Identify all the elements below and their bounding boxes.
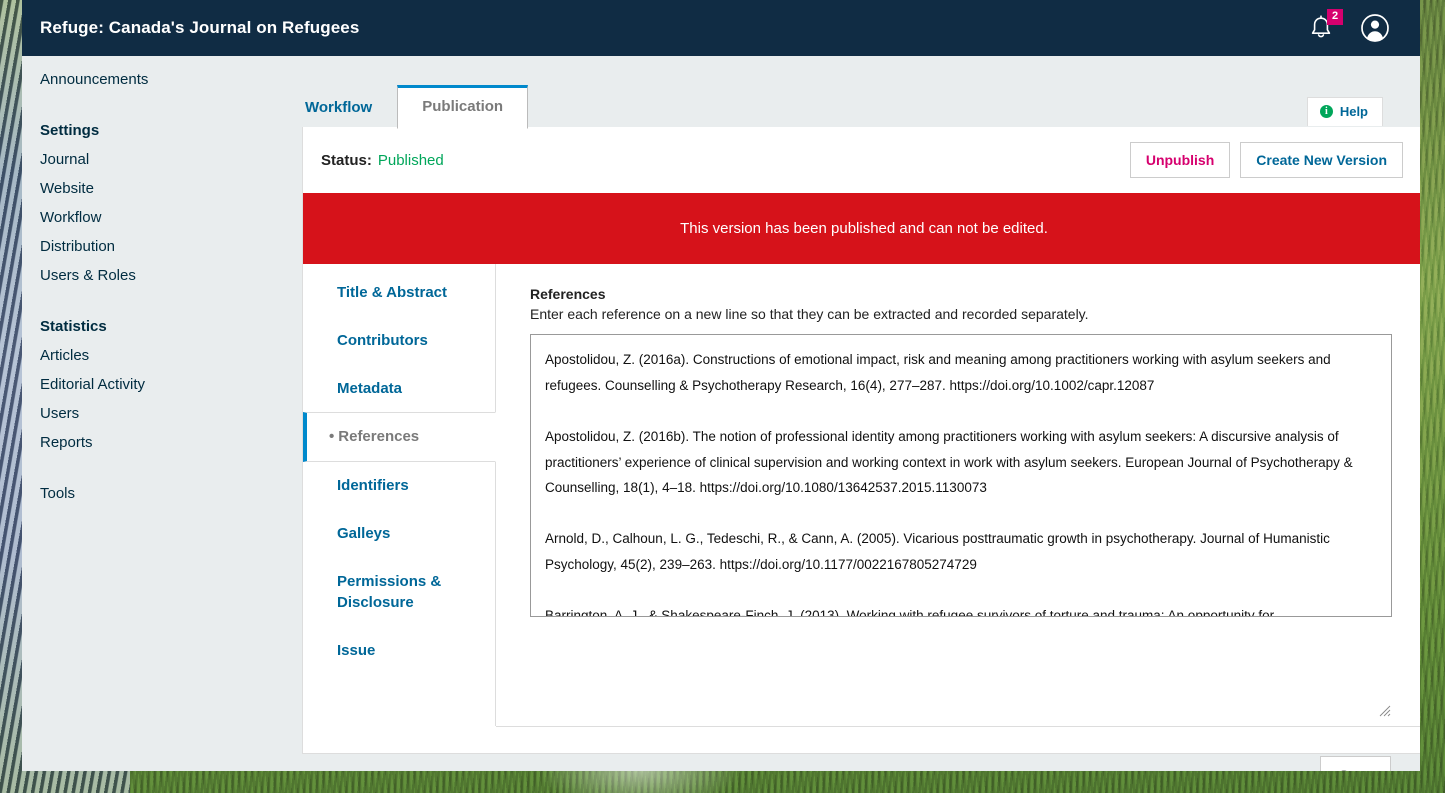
top-header-bar: Refuge: Canada's Journal on Refugees 2 xyxy=(22,0,1420,56)
sidebar-item-tools[interactable]: Tools xyxy=(22,479,280,508)
published-warning-banner: This version has been published and can … xyxy=(303,193,1420,264)
sidebar-item-reports[interactable]: Reports xyxy=(22,428,280,457)
pubmenu-item-title-abstract[interactable]: Title & Abstract xyxy=(303,269,495,317)
publication-footer: Save xyxy=(496,726,1420,771)
publication-body: Title & Abstract Contributors Metadata •… xyxy=(303,264,1420,726)
user-avatar-icon xyxy=(1361,14,1389,42)
references-textarea[interactable] xyxy=(530,334,1392,617)
pubmenu-item-issue[interactable]: Issue xyxy=(303,627,495,675)
sidebar-item-website[interactable]: Website xyxy=(22,174,280,203)
journal-title: Refuge: Canada's Journal on Refugees xyxy=(40,18,360,37)
notifications-button[interactable]: 2 xyxy=(1308,9,1343,42)
tab-publication[interactable]: Publication xyxy=(397,85,529,129)
publication-panel: Status: Published Unpublish Create New V… xyxy=(302,127,1420,771)
references-form: References Enter each reference on a new… xyxy=(496,264,1420,726)
tab-workflow[interactable]: Workflow xyxy=(280,86,397,129)
pubmenu-item-identifiers[interactable]: Identifiers xyxy=(303,462,495,510)
help-button[interactable]: i Help xyxy=(1306,97,1383,126)
sidebar-item-announcements[interactable]: Announcements xyxy=(22,65,280,94)
status-bar: Status: Published Unpublish Create New V… xyxy=(303,127,1420,193)
sidebar-item-users-roles[interactable]: Users & Roles xyxy=(22,261,280,290)
pubmenu-item-contributors[interactable]: Contributors xyxy=(303,317,495,365)
sidebar-item-journal[interactable]: Journal xyxy=(22,145,280,174)
pubmenu-item-references[interactable]: • References xyxy=(303,412,496,462)
app-page: Issues Announcements Settings Journal We… xyxy=(22,0,1420,771)
submission-tabs: Workflow Publication xyxy=(280,78,1420,129)
user-menu-button[interactable] xyxy=(1360,13,1390,43)
references-field-label: References xyxy=(530,286,606,302)
publication-side-menu: Title & Abstract Contributors Metadata •… xyxy=(303,264,496,726)
unpublish-button[interactable]: Unpublish xyxy=(1129,142,1231,178)
sidebar-item-distribution[interactable]: Distribution xyxy=(22,232,280,261)
help-label: Help xyxy=(1339,104,1368,119)
save-button[interactable]: Save xyxy=(1320,755,1391,771)
sidebar-item-users[interactable]: Users xyxy=(22,399,280,428)
sidebar-item-workflow[interactable]: Workflow xyxy=(22,203,280,232)
references-field-description: Enter each reference on a new line so th… xyxy=(530,306,1089,322)
sidebar-heading-settings: Settings xyxy=(40,122,100,139)
create-new-version-button[interactable]: Create New Version xyxy=(1240,142,1403,178)
header-actions: 2 xyxy=(1308,9,1390,43)
info-icon: i xyxy=(1319,105,1333,118)
status-value: Published xyxy=(377,151,444,169)
sidebar-item-articles[interactable]: Articles xyxy=(22,341,280,370)
pubmenu-item-galleys[interactable]: Galleys xyxy=(303,510,495,558)
sidebar-item-editorial-activity[interactable]: Editorial Activity xyxy=(22,370,280,399)
pubmenu-item-permissions-disclosure[interactable]: Permissions & Disclosure xyxy=(303,558,495,628)
notification-count-badge: 2 xyxy=(1327,9,1343,25)
active-bullet-icon: • xyxy=(329,428,335,446)
banner-message: This version has been published and can … xyxy=(680,220,1048,237)
pubmenu-item-references-label: References xyxy=(338,428,420,446)
resize-handle-icon[interactable] xyxy=(1379,705,1391,717)
sidebar-heading-statistics: Statistics xyxy=(40,318,107,335)
pubmenu-item-metadata[interactable]: Metadata xyxy=(303,365,495,413)
site-sidebar-nav: Issues Announcements Settings Journal We… xyxy=(22,36,280,508)
status-actions: Unpublish Create New Version xyxy=(1129,142,1403,178)
status-label: Status: xyxy=(321,151,372,169)
